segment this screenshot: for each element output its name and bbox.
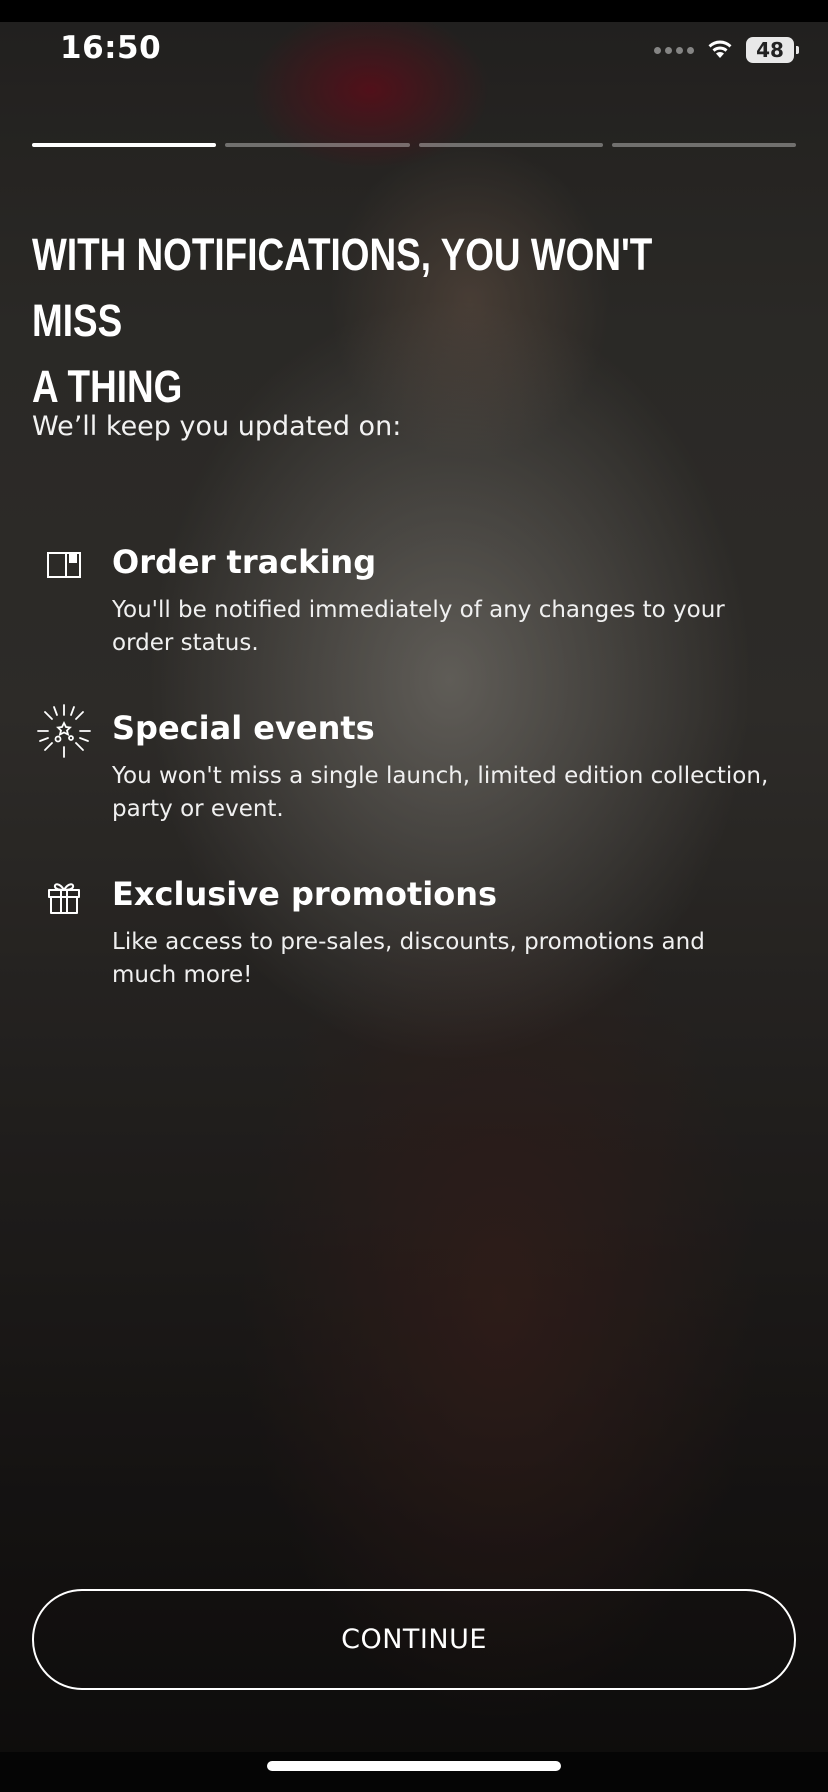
feature-title: Special events	[112, 709, 375, 747]
progress-segment-1	[32, 143, 217, 147]
status-time: 16:50	[60, 30, 162, 66]
gift-icon	[32, 872, 96, 922]
feature-exclusive-promotions: Exclusive promotions Like access to pre-…	[32, 872, 772, 1038]
notifications-onboarding-screen: 16:50 48 WITH NOTIFICATIONS, YOU WON'T M…	[0, 0, 828, 1792]
feature-order-tracking: Order tracking You'll be notified immedi…	[32, 540, 772, 706]
feature-list: Order tracking You'll be notified immedi…	[32, 540, 772, 1038]
feature-description: Like access to pre-sales, discounts, pro…	[112, 929, 705, 988]
battery-icon: 48	[746, 37, 799, 63]
wifi-icon	[704, 36, 736, 64]
progress-segment-3	[418, 143, 603, 147]
feature-description: You won't miss a single launch, limited …	[112, 763, 769, 822]
sparkle-burst-icon	[32, 704, 96, 758]
status-indicators: 48	[654, 36, 799, 64]
step-progress-indicator	[32, 143, 796, 147]
feature-title: Order tracking	[112, 543, 377, 581]
feature-description: You'll be notified immediately of any ch…	[112, 597, 725, 656]
title-line-1: WITH NOTIFICATIONS, YOU WON'T MISS	[32, 229, 653, 346]
cellular-signal-icon	[654, 46, 694, 54]
feature-title: Exclusive promotions	[112, 875, 498, 913]
bottom-edge	[0, 1752, 828, 1792]
package-box-icon	[32, 540, 96, 590]
home-indicator[interactable]	[267, 1761, 561, 1771]
page-title: WITH NOTIFICATIONS, YOU WON'T MISS A THI…	[32, 222, 729, 420]
progress-segment-4	[611, 143, 796, 147]
feature-special-events: Special events You won't miss a single l…	[32, 704, 772, 872]
subtitle: We’ll keep you updated on:	[32, 411, 402, 442]
progress-segment-2	[225, 143, 410, 147]
top-edge	[0, 0, 828, 22]
continue-button[interactable]: CONTINUE	[32, 1589, 796, 1690]
